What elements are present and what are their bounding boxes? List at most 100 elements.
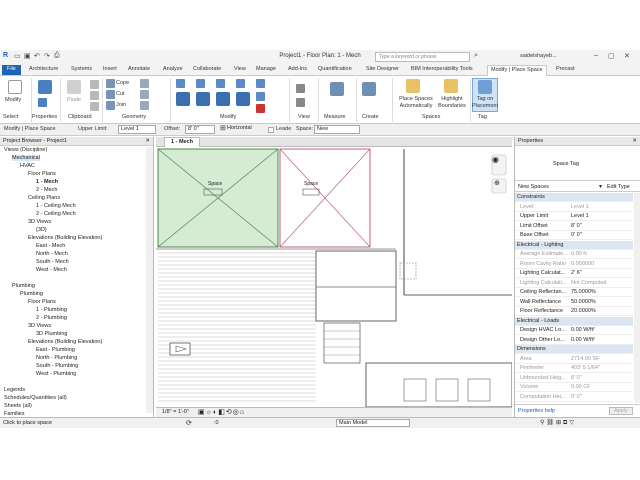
close-icon[interactable]: ✕	[624, 52, 630, 60]
view-controls-icon[interactable]: ▣☼◐◧⟲◎⌂	[198, 408, 245, 416]
mirror-draw-icon[interactable]	[236, 79, 245, 88]
property-value[interactable]: 2' 6"	[571, 270, 582, 276]
property-row[interactable]: Level Level 1	[515, 203, 633, 212]
cut-icon[interactable]	[106, 90, 115, 99]
tab-file[interactable]: File	[2, 65, 21, 75]
browser-item[interactable]: East - Plumbing	[36, 347, 75, 353]
search-input[interactable]: Type a keyword or phrase	[375, 52, 470, 62]
tab-bim-interoperability[interactable]: BIM Interoperability Tools	[411, 66, 473, 72]
tab-quantification[interactable]: Quantification	[318, 66, 352, 72]
panel-select[interactable]: Select	[3, 114, 18, 120]
browser-item[interactable]: 3D Views	[28, 219, 51, 225]
browser-item[interactable]: North - Mech	[36, 251, 68, 257]
browser-item[interactable]: South - Mech	[36, 259, 69, 265]
tab-architecture[interactable]: Architecture	[29, 66, 58, 72]
tab-precast[interactable]: Precast	[556, 66, 575, 72]
property-group-header[interactable]: Electrical - Lighting	[515, 240, 633, 250]
type-selector-preview[interactable]: Space Tag	[515, 147, 640, 181]
property-value[interactable]: 20.0000%	[571, 308, 596, 314]
browser-scrollbar[interactable]	[146, 147, 153, 413]
tab-modify-place-space[interactable]: Modify | Place Space	[487, 65, 547, 76]
property-row[interactable]: Ceiling Reflectan... 75.0000%	[515, 288, 633, 297]
modify-button[interactable]: Modify	[5, 97, 21, 103]
highlight-boundaries-icon[interactable]	[444, 79, 458, 93]
tab-view[interactable]: View	[234, 66, 246, 72]
browser-item[interactable]: East - Mech	[36, 243, 65, 249]
property-group-header[interactable]: Electrical - Loads	[515, 316, 633, 326]
tab-analyze[interactable]: Analyze	[163, 66, 183, 72]
property-row[interactable]: Perimeter 403' 5 1/64"	[515, 364, 633, 373]
apply-button[interactable]: Apply	[609, 407, 633, 415]
property-value[interactable]: 50.0000%	[571, 299, 596, 305]
browser-item[interactable]: Legends	[4, 387, 25, 393]
tab-site-designer[interactable]: Site Designer	[366, 66, 399, 72]
browser-item[interactable]: 1 - Mech	[36, 179, 58, 185]
property-value[interactable]: 0' 0"	[571, 232, 582, 238]
property-row[interactable]: Upper Limit Level 1	[515, 212, 633, 221]
mirror-pick-icon[interactable]	[216, 79, 225, 88]
cut-button[interactable]: Cut	[116, 91, 125, 97]
move-icon[interactable]	[176, 92, 190, 106]
copy-clipboard-icon[interactable]	[90, 91, 99, 100]
view-cube-icon[interactable]: ◉	[492, 155, 499, 164]
orientation-select[interactable]: Horizontal	[225, 125, 263, 134]
browser-item[interactable]: Floor Plans	[28, 299, 56, 305]
tab-systems[interactable]: Systems	[71, 66, 92, 72]
browser-item[interactable]: 1 - Ceiling Mech	[36, 203, 76, 209]
create-similar-icon[interactable]	[362, 82, 376, 96]
selection-filters-icon[interactable]: ⚲⛓⊞⧉▽	[540, 419, 576, 427]
workset-icon[interactable]: ⟳	[186, 419, 192, 427]
close-icon[interactable]: ✕	[145, 138, 150, 144]
paste-button[interactable]: Paste	[67, 97, 81, 103]
browser-item[interactable]: {3D}	[36, 227, 47, 233]
view-scale[interactable]: 1/8" = 1'-0"	[162, 409, 189, 415]
modify-icon[interactable]	[8, 80, 22, 94]
property-row[interactable]: Wall Reflectance 50.0000%	[515, 298, 633, 307]
cope-icon[interactable]	[106, 79, 115, 88]
tag-icon[interactable]	[478, 80, 492, 94]
paste-icon[interactable]	[67, 80, 81, 94]
type-properties-icon[interactable]	[38, 98, 47, 107]
property-row[interactable]: Average Estimate... 0.00 fc	[515, 250, 633, 259]
delete-icon[interactable]	[256, 104, 265, 113]
property-row[interactable]: Computation Hei... 0' 0"	[515, 393, 633, 402]
property-value[interactable]: 0.00 W/ft²	[571, 327, 595, 333]
property-group-header[interactable]: Dimensions	[515, 345, 633, 354]
tab-add-ins[interactable]: Add-Ins	[288, 66, 307, 72]
property-group-header[interactable]: Constraints	[515, 193, 633, 202]
browser-item[interactable]: Ceiling Plans	[28, 195, 60, 201]
space-tag-label[interactable]: Space	[208, 181, 222, 187]
property-row[interactable]: Base Offset 0' 0"	[515, 231, 633, 240]
properties-icon[interactable]	[38, 80, 52, 94]
geometry-tool-icon[interactable]	[140, 79, 149, 88]
property-value[interactable]: Level 1	[571, 213, 589, 219]
view-tab[interactable]: 1 - Mech	[164, 137, 201, 147]
leader-checkbox[interactable]	[268, 127, 274, 133]
browser-item[interactable]: Elevations (Building Elevation)	[28, 339, 102, 345]
model-selector[interactable]: Main Model	[336, 419, 410, 427]
geometry-tool-icon[interactable]	[140, 90, 149, 99]
properties-help-link[interactable]: Properties help	[518, 408, 555, 414]
property-value[interactable]: 0.00 W/ft²	[571, 337, 595, 343]
property-row[interactable]: Design HVAC Lo... 0.00 W/ft²	[515, 326, 633, 335]
view-tool-icon[interactable]	[296, 84, 305, 93]
split-icon[interactable]	[256, 79, 265, 88]
array-icon[interactable]	[256, 92, 265, 101]
browser-item[interactable]: Elevations (Building Elevation)	[28, 235, 102, 241]
property-row[interactable]: Room Cavity Ratio 0.000000	[515, 260, 633, 269]
match-type-icon[interactable]	[90, 102, 99, 111]
browser-item[interactable]: 2 - Ceiling Mech	[36, 211, 76, 217]
highlight-boundaries-button[interactable]: Highlight Boundaries	[434, 96, 470, 110]
chevron-down-icon[interactable]: ▾	[599, 183, 602, 190]
browser-item[interactable]: 2 - Mech	[36, 187, 57, 193]
browser-item[interactable]: 2 - Plumbing	[36, 315, 67, 321]
space-tag-label[interactable]: Space	[304, 181, 318, 187]
properties-scrollbar[interactable]	[634, 193, 640, 403]
search-icon[interactable]: ⌕	[474, 52, 478, 60]
browser-item[interactable]: HVAC	[20, 163, 35, 169]
browser-item[interactable]: Plumbing	[20, 291, 43, 297]
tab-manage[interactable]: Manage	[256, 66, 276, 72]
property-row[interactable]: Area 2714.00 SF	[515, 355, 633, 364]
offset-icon[interactable]	[196, 79, 205, 88]
offset-input[interactable]: 8' 0"	[185, 125, 215, 134]
